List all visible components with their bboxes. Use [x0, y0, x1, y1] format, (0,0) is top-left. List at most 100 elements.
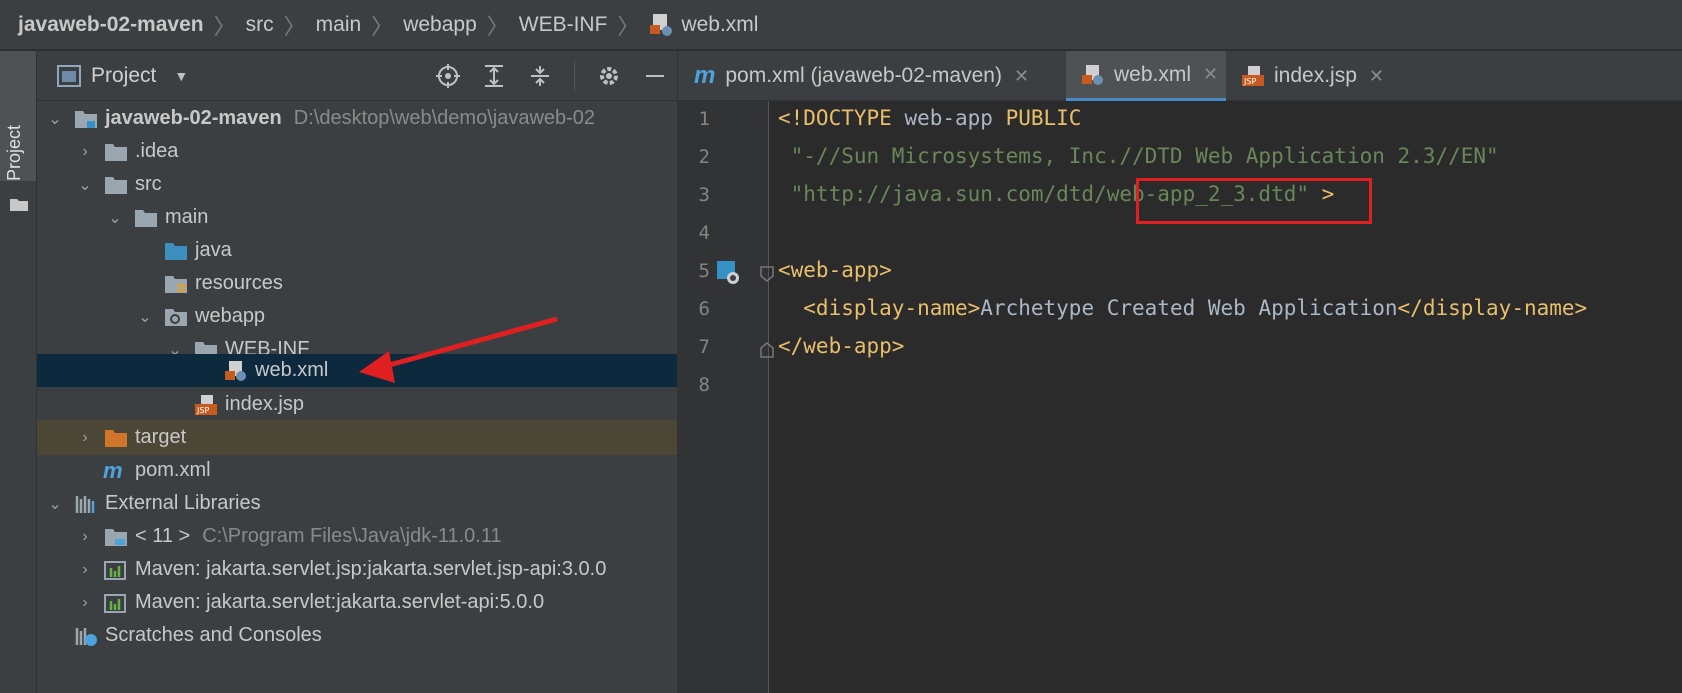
code-token: PUBLIC [1005, 106, 1082, 130]
chevron-down-icon[interactable]: ▼ [174, 68, 188, 84]
deployment-descriptor-icon[interactable] [716, 260, 742, 286]
chevron-right-icon[interactable]: › [75, 528, 95, 546]
locate-icon[interactable] [436, 64, 460, 88]
project-tool-tab[interactable]: Project [0, 51, 36, 211]
breadcrumb-item-webapp[interactable]: webapp [403, 13, 477, 37]
tree-label: Maven: jakarta.servlet:jakarta.servlet-a… [135, 591, 545, 613]
close-icon[interactable]: ✕ [1369, 66, 1384, 87]
tree-row-root[interactable]: ⌄ javaweb-02-maven D:\desktop\web\demo\j… [37, 101, 677, 136]
collapse-all-icon[interactable] [528, 64, 552, 88]
line-number: 2 [698, 146, 710, 168]
tab-web-xml[interactable]: web.xml ✕ [1066, 51, 1226, 101]
tree-row-lib-jsp-api[interactable]: › Maven: jakarta.servlet.jsp:jakarta.ser… [37, 552, 677, 587]
chevron-down-icon[interactable]: ⌄ [105, 208, 125, 228]
chevron-down-icon[interactable]: ⌄ [75, 175, 95, 195]
tree-row-scratches[interactable]: Scratches and Consoles [37, 618, 677, 653]
code-line-6[interactable]: <display-name>Archetype Created Web Appl… [778, 296, 1587, 320]
tree-jdk-path: C:\Program Files\Java\jdk-11.0.11 [202, 525, 502, 547]
folder-icon [105, 176, 127, 194]
folder-icon [10, 199, 28, 211]
breadcrumb-item-src[interactable]: src [246, 13, 274, 37]
tree-label: Scratches and Consoles [105, 624, 322, 646]
breadcrumb-item-webxml[interactable]: web.xml [649, 13, 758, 37]
resources-folder-icon [165, 275, 187, 293]
tree-row-indexjsp[interactable]: JSP index.jsp [37, 387, 677, 422]
tree-row-src[interactable]: ⌄ src [37, 167, 677, 202]
xml-file-icon [225, 360, 246, 381]
project-panel-title[interactable]: Project [91, 64, 156, 88]
tree-label: External Libraries [105, 492, 261, 514]
code-token: </display-name> [1397, 296, 1588, 320]
tree-root-label: javaweb-02-maven [105, 107, 282, 129]
line-number: 7 [698, 336, 710, 358]
minimize-icon[interactable] [643, 64, 667, 88]
project-tree: ⌄ javaweb-02-maven D:\desktop\web\demo\j… [37, 101, 677, 693]
folder-icon [135, 209, 157, 227]
chevron-right-icon: 〉 [617, 13, 640, 39]
module-folder-icon [75, 110, 97, 128]
close-icon[interactable]: ✕ [1014, 66, 1029, 87]
chevron-right-icon[interactable]: › [75, 429, 95, 447]
tree-row-resources[interactable]: resources [37, 266, 677, 301]
tree-label: Maven: jakarta.servlet.jsp:jakarta.servl… [135, 558, 607, 580]
tree-row-webxml[interactable]: web.xml [37, 354, 677, 387]
close-icon[interactable]: ✕ [1203, 64, 1218, 85]
folder-icon [105, 143, 127, 161]
chevron-down-icon[interactable]: ⌄ [135, 307, 155, 327]
code-token: web-app [891, 106, 1006, 130]
tree-label: .idea [135, 140, 179, 162]
fold-icon[interactable] [760, 266, 774, 282]
tree-label: resources [195, 272, 283, 294]
tree-row-jdk[interactable]: › < 11 > C:\Program Files\Java\jdk-11.0.… [37, 519, 677, 554]
code-token: Archetype Created Web Application [980, 296, 1398, 320]
tab-pom-label: pom.xml (javaweb-02-maven) [725, 64, 1002, 87]
editor-tab-bar: m pom.xml (javaweb-02-maven) ✕ web.xml ✕… [678, 51, 1682, 101]
library-icon [75, 495, 95, 513]
breadcrumb-item-main[interactable]: main [316, 13, 362, 37]
tree-label: < 11 > [135, 525, 191, 547]
chevron-right-icon[interactable]: › [75, 594, 95, 612]
expand-all-icon[interactable] [482, 64, 506, 88]
tree-row-java[interactable]: java [37, 233, 677, 268]
gear-icon[interactable] [597, 64, 621, 88]
tree-row-pomxml[interactable]: m pom.xml [37, 453, 677, 488]
code-line-5[interactable]: <web-app> [778, 258, 892, 282]
jsp-file-icon: JSP [195, 394, 217, 415]
tree-row-webapp[interactable]: ⌄ webapp [37, 299, 677, 334]
maven-icon: m [694, 62, 716, 89]
tree-label: pom.xml [135, 459, 211, 481]
chevron-down-icon[interactable]: ⌄ [45, 109, 65, 129]
scratches-icon [75, 627, 97, 646]
code-token: <!DOCTYPE [778, 106, 892, 130]
svg-text:JSP: JSP [196, 406, 209, 415]
breadcrumb-item-project[interactable]: javaweb-02-maven [18, 13, 204, 37]
xml-file-icon [650, 13, 673, 36]
line-number: 1 [698, 108, 710, 130]
tree-label: web.xml [255, 359, 329, 381]
tree-row-main[interactable]: ⌄ main [37, 200, 677, 235]
chevron-right-icon[interactable]: › [75, 561, 95, 579]
tree-row-lib-servlet-api[interactable]: › Maven: jakarta.servlet:jakarta.servlet… [37, 585, 677, 620]
code-line-1[interactable]: <!DOCTYPE web-app PUBLIC [778, 106, 1081, 130]
excluded-folder-icon [105, 429, 127, 447]
tree-row-external-libraries[interactable]: ⌄ External Libraries [37, 486, 677, 521]
web-folder-icon [165, 308, 187, 326]
code-token: "-//Sun Microsystems, Inc.//DTD Web Appl… [778, 144, 1499, 168]
tab-indexjsp-label: index.jsp [1274, 64, 1357, 87]
line-number: 6 [698, 298, 710, 320]
breadcrumb-item-webinf[interactable]: WEB-INF [519, 13, 608, 37]
tree-label: java [195, 239, 232, 261]
code-line-7[interactable]: </web-app> [778, 334, 904, 358]
chevron-right-icon: 〉 [283, 13, 306, 39]
chevron-right-icon[interactable]: › [75, 143, 95, 161]
breadcrumb-item-webxml-label: web.xml [681, 12, 759, 36]
tab-index-jsp[interactable]: JSP index.jsp ✕ [1226, 51, 1386, 101]
chevron-down-icon[interactable]: ⌄ [45, 494, 65, 514]
line-number: 3 [698, 184, 710, 206]
tree-row-idea[interactable]: › .idea [37, 134, 677, 169]
tree-row-target[interactable]: › target [37, 420, 677, 455]
tab-pom-xml[interactable]: m pom.xml (javaweb-02-maven) ✕ [678, 51, 1066, 101]
fold-icon[interactable] [760, 342, 774, 358]
code-token: </web-app> [778, 334, 905, 358]
code-line-2[interactable]: "-//Sun Microsystems, Inc.//DTD Web Appl… [778, 144, 1499, 168]
